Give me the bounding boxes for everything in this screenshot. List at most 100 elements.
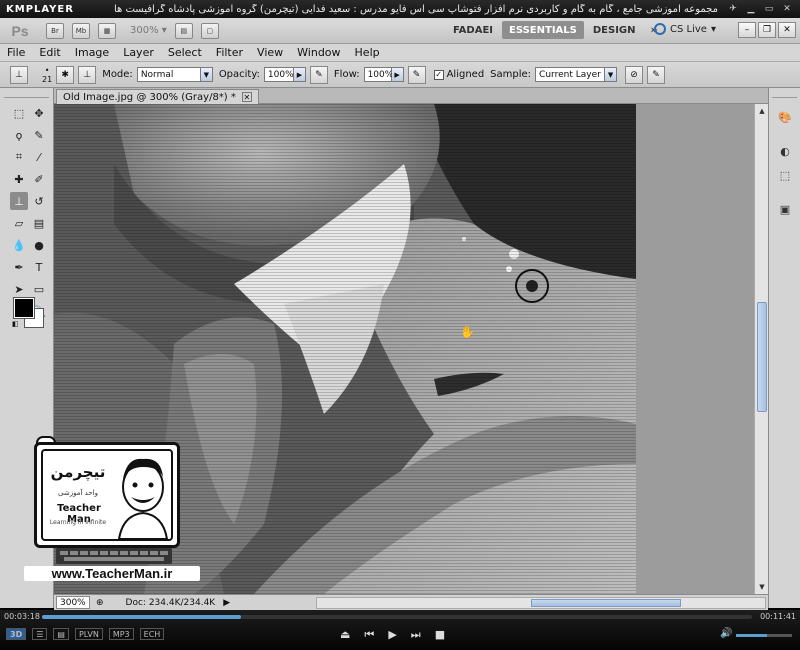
clone-stamp-icon[interactable]: ⊥ (10, 192, 28, 210)
menu-image[interactable]: Image (68, 46, 116, 59)
mode-select[interactable]: Normal (136, 67, 201, 82)
history-brush-icon[interactable]: ↺ (30, 192, 48, 210)
foreground-color-swatch[interactable] (13, 297, 35, 319)
opacity-slider-icon[interactable]: ▶ (293, 67, 306, 82)
menu-help[interactable]: Help (348, 46, 387, 59)
path-select-icon[interactable]: ➤ (10, 280, 28, 298)
brush-preset-picker[interactable]: • 21 (42, 66, 52, 84)
zoom-level-select[interactable]: 300% ▾ (130, 25, 167, 36)
gradient-icon[interactable]: ▤ (30, 214, 48, 232)
status-zoom-field[interactable]: 300% (56, 596, 90, 609)
workspace-fadaei[interactable]: FADAEI (446, 21, 500, 39)
status-info-icon[interactable]: ⊕ (96, 598, 104, 608)
airbrush-icon[interactable]: ✎ (407, 65, 426, 84)
3d-button[interactable]: 3D (6, 628, 27, 640)
workspace-essentials[interactable]: ESSENTIALS (502, 21, 584, 39)
opacity-input[interactable]: 100% (263, 67, 294, 82)
ps-close-icon[interactable]: ✕ (778, 22, 796, 38)
menu-select[interactable]: Select (161, 46, 209, 59)
ps-minimize-icon[interactable]: – (738, 22, 756, 38)
minimize-icon[interactable]: ▁ (744, 3, 758, 15)
rect-marquee-icon[interactable]: ⬚ (10, 104, 28, 122)
type-icon[interactable]: T (30, 258, 48, 276)
move-tool-icon[interactable]: ✥ (30, 104, 48, 122)
default-colors-icon[interactable]: ◧ (12, 320, 20, 328)
eraser-icon[interactable]: ▱ (10, 214, 28, 232)
svg-text:✋: ✋ (460, 325, 475, 339)
vertical-scrollbar[interactable]: ▲ ▼ (754, 104, 768, 594)
brush-icon[interactable]: ✐ (30, 170, 48, 188)
document-tab-bar: Old Image.jpg @ 300% (Gray/8*) * ✕ (54, 88, 768, 104)
stop-icon[interactable]: ■ (435, 628, 445, 642)
healing-brush-icon[interactable]: ✚ (10, 170, 28, 188)
rectangle-shape-icon[interactable]: ▭ (30, 280, 48, 298)
launch-minibridge-button[interactable]: Mb (72, 22, 90, 39)
view-extras-button[interactable]: ▦ (98, 22, 116, 39)
tools-panel-grip[interactable] (4, 88, 49, 98)
workspace-design[interactable]: DESIGN (586, 21, 643, 39)
status-menu-icon[interactable]: ▶ (223, 598, 230, 608)
next-icon[interactable]: ⏭ (411, 628, 421, 642)
vertical-scroll-thumb[interactable] (757, 302, 767, 412)
panel-dock-grip[interactable] (772, 88, 797, 98)
menu-icon[interactable]: ☰ (32, 628, 48, 640)
ech-button[interactable]: ECH (139, 628, 165, 640)
menu-layer[interactable]: Layer (116, 46, 161, 59)
color-panel-icon[interactable]: 🎨 (775, 108, 795, 126)
teacherman-watermark: تیچرمن واحد آموزشی Teacher Man Learning … (24, 432, 200, 582)
close-icon[interactable]: ✕ (780, 3, 794, 15)
plvn-button[interactable]: PLVN (74, 628, 103, 640)
launch-bridge-button[interactable]: Br (46, 22, 64, 39)
volume-icon[interactable]: 🔊 (720, 628, 732, 639)
sample-select[interactable]: Current Layer (535, 67, 606, 82)
toggle-brush-panel-icon[interactable]: ✱ (56, 65, 75, 84)
pen-icon[interactable]: ✒ (10, 258, 28, 276)
horizontal-scroll-thumb[interactable] (531, 599, 681, 607)
quick-select-icon[interactable]: ✎ (30, 126, 48, 144)
menu-window[interactable]: Window (290, 46, 347, 59)
previous-icon[interactable]: ⏮ (364, 628, 374, 642)
scroll-down-icon[interactable]: ▼ (756, 581, 768, 593)
document-tab[interactable]: Old Image.jpg @ 300% (Gray/8*) * ✕ (56, 89, 259, 104)
menu-file[interactable]: File (0, 46, 32, 59)
menu-view[interactable]: View (250, 46, 290, 59)
masks-panel-icon[interactable]: ⬚ (775, 166, 795, 184)
cs-live-button[interactable]: CS Live ▾ (654, 23, 716, 35)
minibridge-panel-icon[interactable]: ▣ (775, 200, 795, 218)
maximize-icon[interactable]: ▭ (762, 3, 776, 15)
ps-restore-icon[interactable]: ❐ (758, 22, 776, 38)
menu-edit[interactable]: Edit (32, 46, 67, 59)
close-document-icon[interactable]: ✕ (241, 92, 252, 102)
player-logo: KMPLAYER (6, 3, 74, 15)
flow-slider-icon[interactable]: ▶ (391, 67, 404, 82)
play-icon[interactable]: ▶ (388, 628, 396, 642)
adjustments-panel-icon[interactable]: ◐ (775, 142, 795, 160)
sample-dropdown-icon[interactable]: ▼ (605, 67, 618, 82)
pressure-opacity-icon[interactable]: ✎ (309, 65, 328, 84)
arrange-documents-button[interactable]: ▤ (174, 22, 193, 39)
horizontal-scrollbar[interactable] (316, 597, 766, 609)
clone-stamp-preset-icon[interactable]: ⊥ (10, 65, 28, 84)
player-window-controls: ✈ ▁ ▭ ✕ (726, 3, 800, 15)
pressure-size-icon[interactable]: ✎ (647, 65, 666, 84)
volume-slider[interactable] (736, 634, 792, 637)
dodge-icon[interactable]: ● (30, 236, 48, 254)
player-seek-bar[interactable] (42, 615, 752, 619)
screen-mode-button[interactable]: ▢ (200, 22, 219, 39)
lasso-icon[interactable]: ϙ (10, 126, 28, 144)
aligned-checkbox[interactable]: ✓ (433, 69, 444, 80)
eyedropper-icon[interactable]: ⁄ (30, 148, 48, 166)
pin-icon[interactable]: ✈ (726, 3, 740, 15)
blur-icon[interactable]: 💧 (10, 236, 28, 254)
crop-icon[interactable]: ⌗ (10, 148, 28, 166)
scroll-up-icon[interactable]: ▲ (756, 105, 768, 117)
playlist-icon[interactable]: ▤ (53, 628, 69, 640)
menu-filter[interactable]: Filter (209, 46, 250, 59)
toggle-clone-source-icon[interactable]: ⊥ (78, 65, 97, 84)
mp3-button[interactable]: MP3 (108, 628, 134, 640)
ignore-adjustment-layers-icon[interactable]: ⊘ (625, 65, 644, 84)
mode-dropdown-icon[interactable]: ▼ (200, 67, 213, 82)
player-seek-progress (42, 615, 241, 619)
eject-icon[interactable]: ⏏ (340, 628, 350, 642)
flow-input[interactable]: 100% (363, 67, 393, 82)
